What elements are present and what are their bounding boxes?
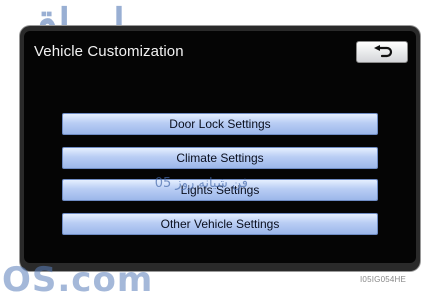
door-lock-settings-button[interactable]: Door Lock Settings xyxy=(62,113,378,135)
watermark-overlay-text: فن شیانه روز 05 xyxy=(154,176,248,191)
watermark-bottom: OS.com xyxy=(2,260,154,300)
climate-settings-button[interactable]: Climate Settings xyxy=(62,147,378,169)
screen-title: Vehicle Customization xyxy=(34,43,184,60)
display-screen: Vehicle Customization Door Lock Settings… xyxy=(24,31,416,263)
back-button[interactable] xyxy=(356,41,408,63)
figure-code: I05IG054HE xyxy=(360,275,407,284)
page: اوراق Vehicle Customization Door Lock Se… xyxy=(0,0,431,300)
other-vehicle-settings-button[interactable]: Other Vehicle Settings xyxy=(62,213,378,235)
return-arrow-icon xyxy=(374,45,393,58)
